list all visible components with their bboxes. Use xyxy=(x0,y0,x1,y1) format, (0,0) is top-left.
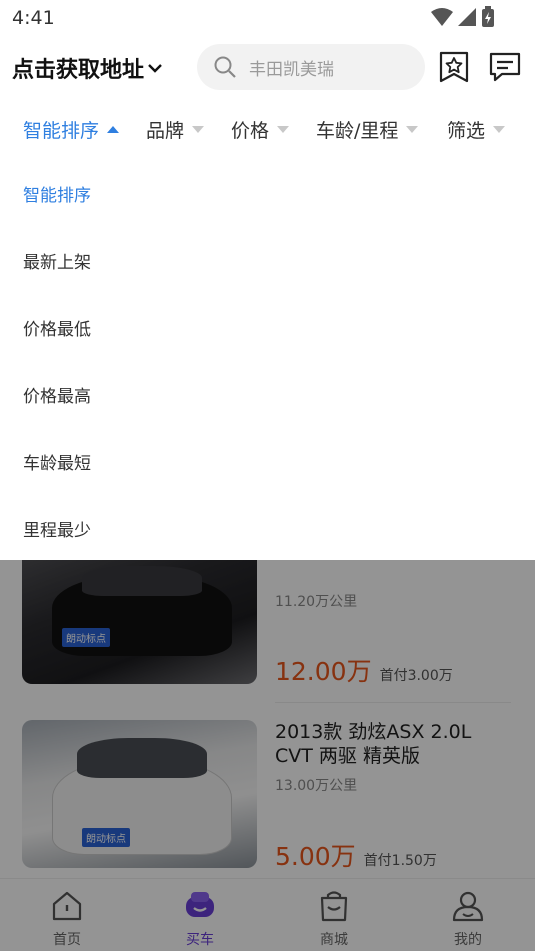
tab-label: 价格 xyxy=(231,120,270,142)
sort-option-price-high[interactable]: 价格最高 xyxy=(23,382,91,407)
dim-overlay[interactable] xyxy=(0,560,535,951)
top-header: 点击获取地址 丰田凯美瑞 xyxy=(0,38,535,96)
wifi-icon xyxy=(431,8,453,26)
triangle-up-icon xyxy=(107,126,120,133)
tab-price[interactable]: 价格 xyxy=(231,116,290,143)
sort-option-price-low[interactable]: 价格最低 xyxy=(23,315,91,340)
search-bar[interactable]: 丰田凯美瑞 xyxy=(197,44,425,90)
search-placeholder: 丰田凯美瑞 xyxy=(249,59,334,80)
tab-label: 品牌 xyxy=(146,120,185,142)
location-selector[interactable]: 点击获取地址 xyxy=(12,52,164,84)
sort-option-smart[interactable]: 智能排序 xyxy=(23,181,91,206)
tab-brand[interactable]: 品牌 xyxy=(146,116,205,143)
status-bar: 4:41 xyxy=(0,0,535,34)
message-icon[interactable] xyxy=(488,50,522,84)
sort-option-age-short[interactable]: 车龄最短 xyxy=(23,449,91,474)
tab-age-mileage[interactable]: 车龄/里程 xyxy=(316,116,419,143)
status-icons xyxy=(431,6,495,28)
triangle-down-icon xyxy=(493,126,506,133)
chevron-down-icon xyxy=(148,64,162,73)
filter-tabs: 智能排序 品牌 价格 车龄/里程 筛选 xyxy=(0,102,535,154)
sort-dropdown: 智能排序 最新上架 价格最低 价格最高 车龄最短 里程最少 xyxy=(0,158,535,560)
triangle-down-icon xyxy=(277,126,290,133)
favorites-icon[interactable] xyxy=(437,50,471,84)
triangle-down-icon xyxy=(192,126,205,133)
battery-charging-icon xyxy=(482,6,494,27)
tab-smart-sort[interactable]: 智能排序 xyxy=(23,116,120,143)
location-label: 点击获取地址 xyxy=(12,58,145,83)
tab-label: 车龄/里程 xyxy=(316,120,399,142)
sort-option-newest[interactable]: 最新上架 xyxy=(23,248,91,273)
sort-option-mileage-low[interactable]: 里程最少 xyxy=(23,516,91,541)
search-icon xyxy=(214,56,236,78)
signal-icon xyxy=(458,8,476,26)
triangle-down-icon xyxy=(406,126,419,133)
tab-filter[interactable]: 筛选 xyxy=(447,116,506,143)
tab-label: 筛选 xyxy=(447,120,486,142)
tab-label: 智能排序 xyxy=(23,120,100,142)
status-time: 4:41 xyxy=(12,7,55,29)
